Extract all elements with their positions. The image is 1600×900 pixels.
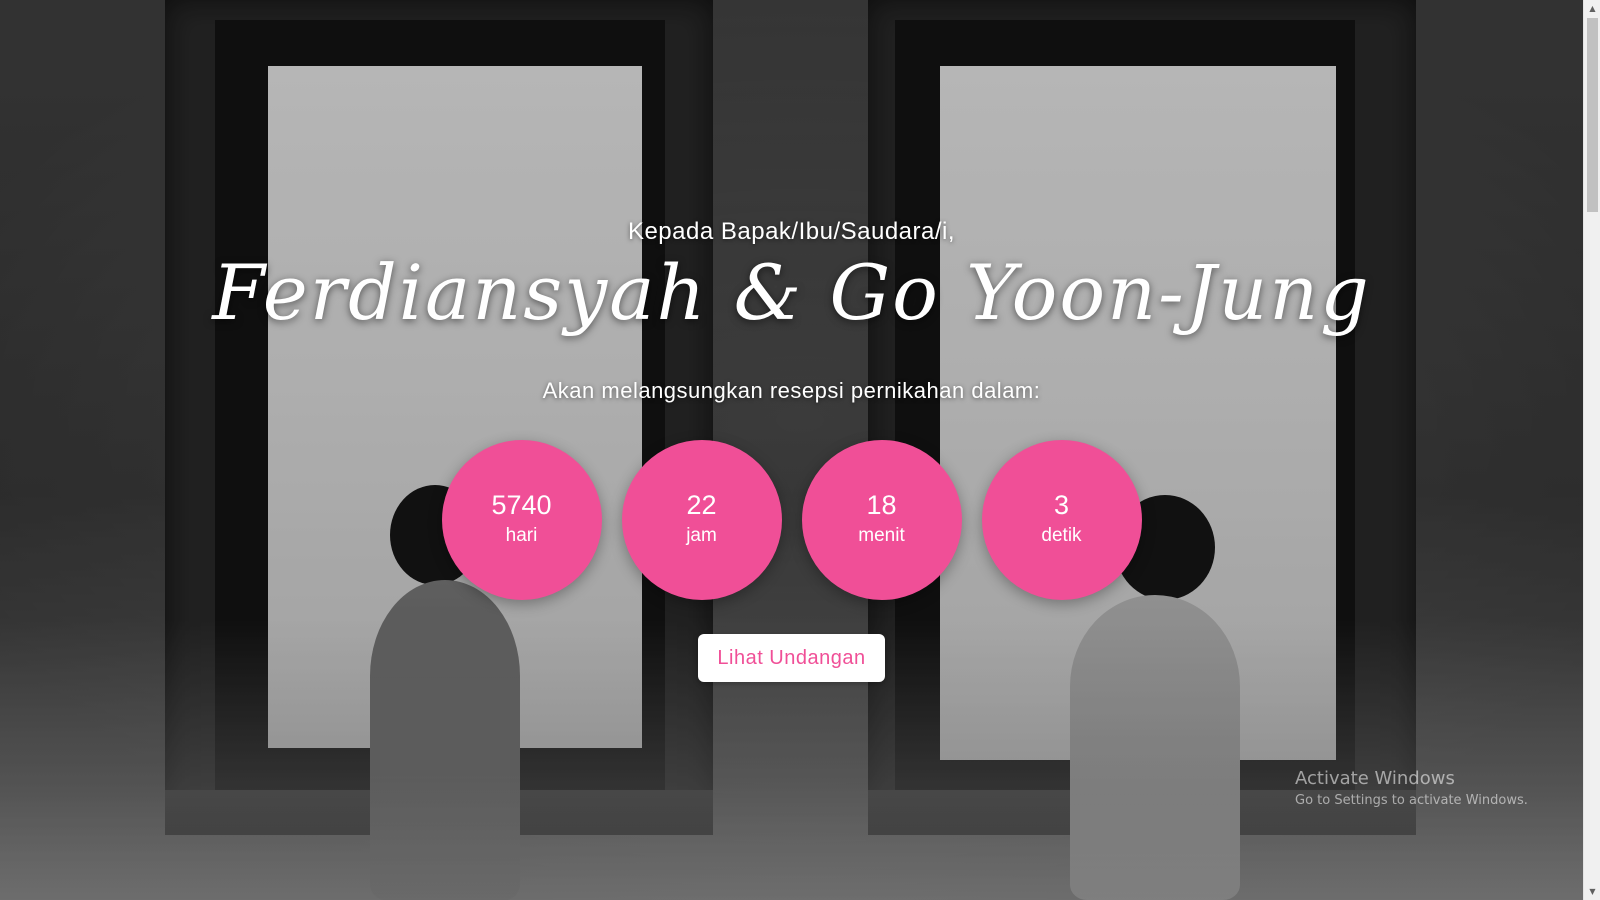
countdown-value: 5740 xyxy=(491,490,552,520)
countdown-timer: 5740 hari 22 jam 18 menit 3 detik xyxy=(0,440,1583,600)
countdown-hours: 22 jam xyxy=(621,440,782,600)
countdown-value: 3 xyxy=(1053,490,1070,520)
countdown-unit: detik xyxy=(1041,525,1082,546)
reception-subtitle: Akan melangsungkan resepsi pernikahan da… xyxy=(542,378,1041,403)
watermark-subtitle: Go to Settings to activate Windows. xyxy=(1295,793,1528,808)
activate-windows-watermark: Activate Windows Go to Settings to activ… xyxy=(1295,767,1528,811)
countdown-value: 22 xyxy=(686,490,717,520)
countdown-value: 18 xyxy=(866,490,897,520)
countdown-unit: jam xyxy=(686,525,717,546)
triangle-up-icon[interactable]: ▲ xyxy=(1584,0,1600,17)
countdown-unit: hari xyxy=(505,525,538,546)
triangle-down-icon[interactable]: ▼ xyxy=(1584,883,1600,900)
couple-names: Ferdiansyah & Go Yoon-Jung xyxy=(212,248,1371,337)
countdown-seconds: 3 detik xyxy=(981,440,1142,600)
hero-content: Kepada Bapak/Ibu/Saudara/i, Ferdiansyah … xyxy=(0,0,1583,900)
greeting-text: Kepada Bapak/Ibu/Saudara/i, xyxy=(627,218,956,245)
countdown-days: 5740 hari xyxy=(441,440,602,600)
countdown-minutes: 18 menit xyxy=(801,440,962,600)
watermark-title: Activate Windows xyxy=(1295,768,1455,789)
countdown-unit: menit xyxy=(858,525,905,546)
vertical-scrollbar[interactable]: ▲ ▼ xyxy=(1583,0,1600,900)
scroll-thumb[interactable] xyxy=(1587,18,1598,212)
view-invitation-button[interactable]: Lihat Undangan xyxy=(698,634,885,682)
